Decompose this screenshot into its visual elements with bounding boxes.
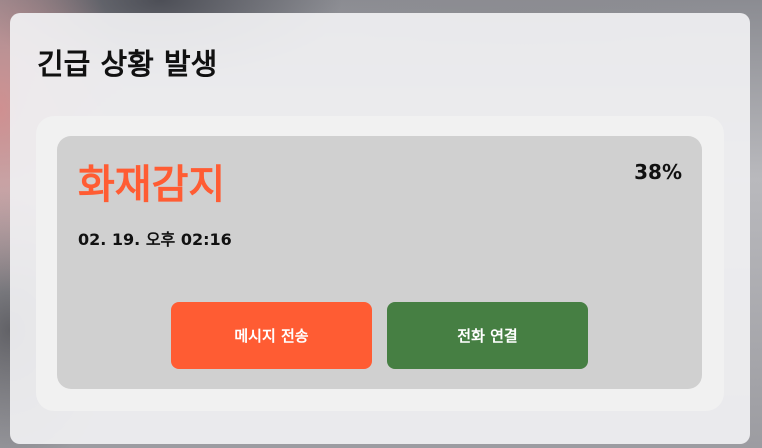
alert-timestamp: 02. 19. 오후 02:16 (78, 230, 232, 249)
alert-title: 화재감지 (78, 162, 226, 208)
modal-title: 긴급 상황 발생 (37, 47, 218, 81)
alert-panel: 화재감지 02. 19. 오후 02:16 38% 메시지 전송 전화 연결 (36, 116, 724, 411)
emergency-modal: 긴급 상황 발생 화재감지 02. 19. 오후 02:16 38% 메시지 전… (10, 13, 750, 444)
alert-card: 화재감지 02. 19. 오후 02:16 38% 메시지 전송 전화 연결 (57, 136, 702, 389)
alert-percent: 38% (634, 160, 682, 184)
send-message-button[interactable]: 메시지 전송 (171, 302, 372, 369)
connect-call-button[interactable]: 전화 연결 (387, 302, 588, 369)
